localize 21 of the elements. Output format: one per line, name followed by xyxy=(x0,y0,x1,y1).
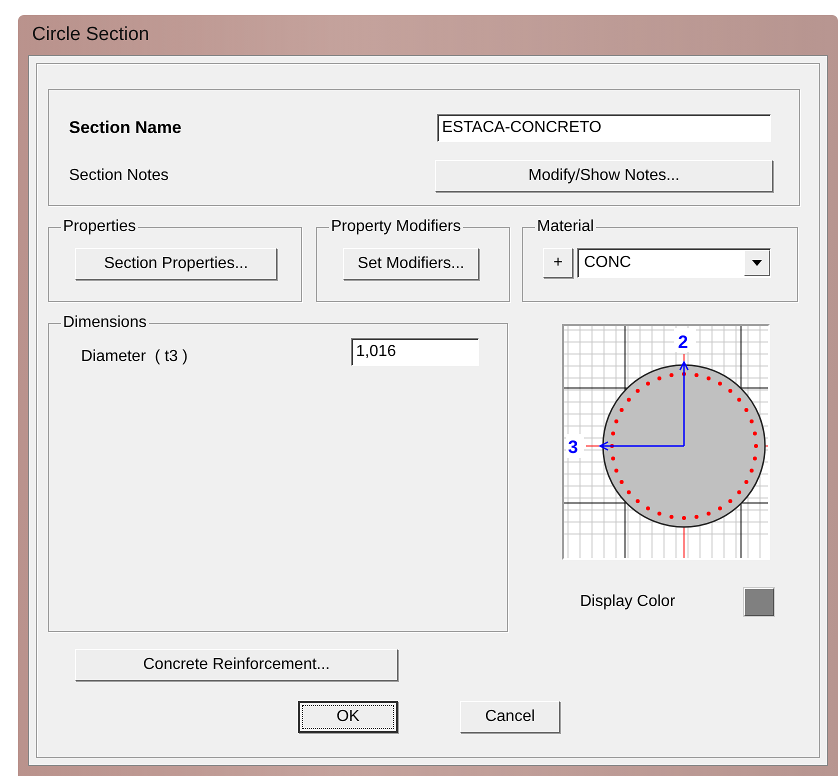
material-dropdown[interactable]: CONC xyxy=(577,248,771,278)
modify-notes-button[interactable]: Modify/Show Notes... xyxy=(435,160,773,192)
display-color-swatch[interactable] xyxy=(744,588,774,616)
material-title: Material xyxy=(536,218,595,236)
property-modifiers-title: Property Modifiers xyxy=(330,218,462,236)
section-name-label: Section Name xyxy=(69,118,182,138)
add-material-button[interactable]: + xyxy=(543,248,573,278)
window-title: Circle Section xyxy=(32,24,150,46)
dimension-label: Diameter ( t3 ) xyxy=(81,348,188,366)
dialog-button[interactable]: Cancel xyxy=(460,701,560,733)
section-name-field[interactable]: ESTACA-CONCRETO xyxy=(437,114,771,142)
set-modifiers-button[interactable]: Set Modifiers... xyxy=(343,248,479,280)
dialog-button[interactable]: OK xyxy=(298,701,398,733)
concrete-reinforcement-button[interactable]: Concrete Reinforcement... xyxy=(75,649,398,681)
dimension-field[interactable]: 1,016 xyxy=(351,338,479,366)
display-color-label: Display Color xyxy=(580,593,676,611)
properties-title: Properties xyxy=(62,218,137,236)
section-preview-drawing: 2 3 xyxy=(562,324,770,560)
section-notes-label: Section Notes xyxy=(69,167,169,185)
dimensions-title: Dimensions xyxy=(62,314,148,332)
section-properties-button[interactable]: Section Properties... xyxy=(75,248,277,280)
